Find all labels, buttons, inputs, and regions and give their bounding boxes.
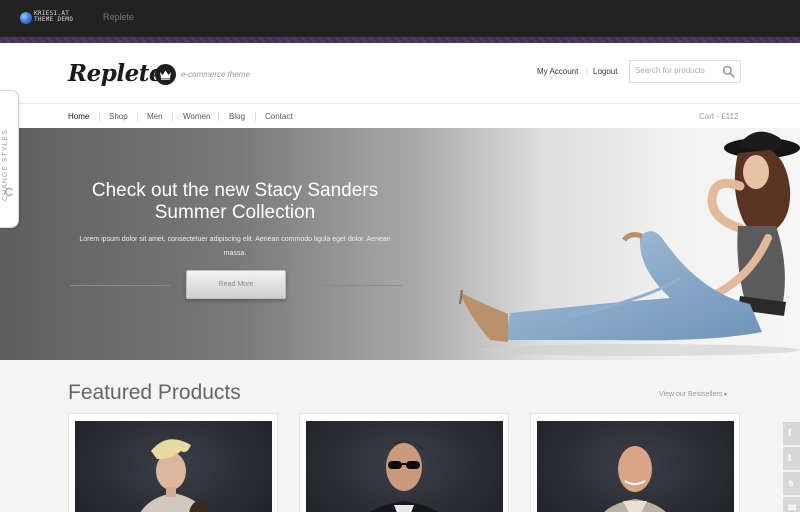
nav-item-blog[interactable]: Blog [229,112,245,121]
facebook-button[interactable]: f [783,422,800,446]
change-styles-tab[interactable]: CHANGE STYLES [0,90,19,228]
hero-divider-left [70,285,170,286]
hero-title: Check out the new Stacy Sanders Summer C… [60,180,410,224]
hero-description: Lorem ipsum dolor sit amet, consectetuer… [79,236,391,257]
read-more-button[interactable]: Read More [186,270,286,299]
nav-separator [218,112,219,121]
nav-separator [137,112,138,121]
twitter-button[interactable]: t [783,447,800,471]
demo-theme-name[interactable]: Replete [103,12,134,22]
hero-title-line2: Summer Collection [154,202,316,223]
main-nav: Home Shop Men Women Blog Contact Cart - … [0,103,800,128]
demo-bar: KRIESI.AT THEME DEMO Replete [0,0,800,37]
cart-link[interactable]: Cart - £112 [699,112,738,121]
model-image [459,131,800,356]
facebook-icon: f [788,428,792,439]
site-logo[interactable]: Replete [68,60,163,87]
product-card[interactable] [68,413,278,512]
account-separator: | [586,67,589,76]
site-header: Replete e-commerce theme My Account | Lo… [0,43,800,103]
search-icon[interactable] [722,65,735,78]
skype-button[interactable]: s [783,472,800,496]
crown-icon [155,64,176,85]
mail-button[interactable]: ✉ [783,497,800,512]
nav-item-home[interactable]: Home [68,112,89,121]
nav-item-shop[interactable]: Shop [109,112,128,121]
hero-title-line1: Check out the new Stacy Sanders [91,180,379,201]
featured-title: Featured Products [68,381,241,404]
search-input[interactable] [635,66,723,75]
skype-icon: s [788,478,794,489]
logout-link[interactable]: Logout [593,67,617,76]
nav-separator [255,112,256,121]
demo-logo[interactable]: KRIESI.AT THEME DEMO [34,11,73,23]
bestsellers-link[interactable]: View our Bestsellers ▸ [659,390,728,398]
hero-divider-right [302,285,402,286]
product-image[interactable] [75,421,272,512]
product-image[interactable] [306,421,503,512]
nav-item-men[interactable]: Men [147,112,163,121]
product-image[interactable] [537,421,734,512]
nav-separator [99,112,100,121]
nav-separator [172,112,173,121]
site-tagline: e-commerce theme [181,70,250,79]
nav-item-women[interactable]: Women [183,112,210,121]
product-card[interactable] [530,413,740,512]
twitter-icon: t [788,453,792,464]
nav-item-contact[interactable]: Contact [265,112,293,121]
my-account-link[interactable]: My Account [537,67,578,76]
hero-slider: Check out the new Stacy Sanders Summer C… [0,128,800,360]
globe-icon[interactable] [20,12,32,24]
search-box [629,60,741,83]
product-card[interactable] [299,413,509,512]
demo-logo-line2: THEME DEMO [34,16,74,23]
mail-icon: ✉ [788,503,797,512]
change-styles-label: CHANGE STYLES [2,129,9,201]
